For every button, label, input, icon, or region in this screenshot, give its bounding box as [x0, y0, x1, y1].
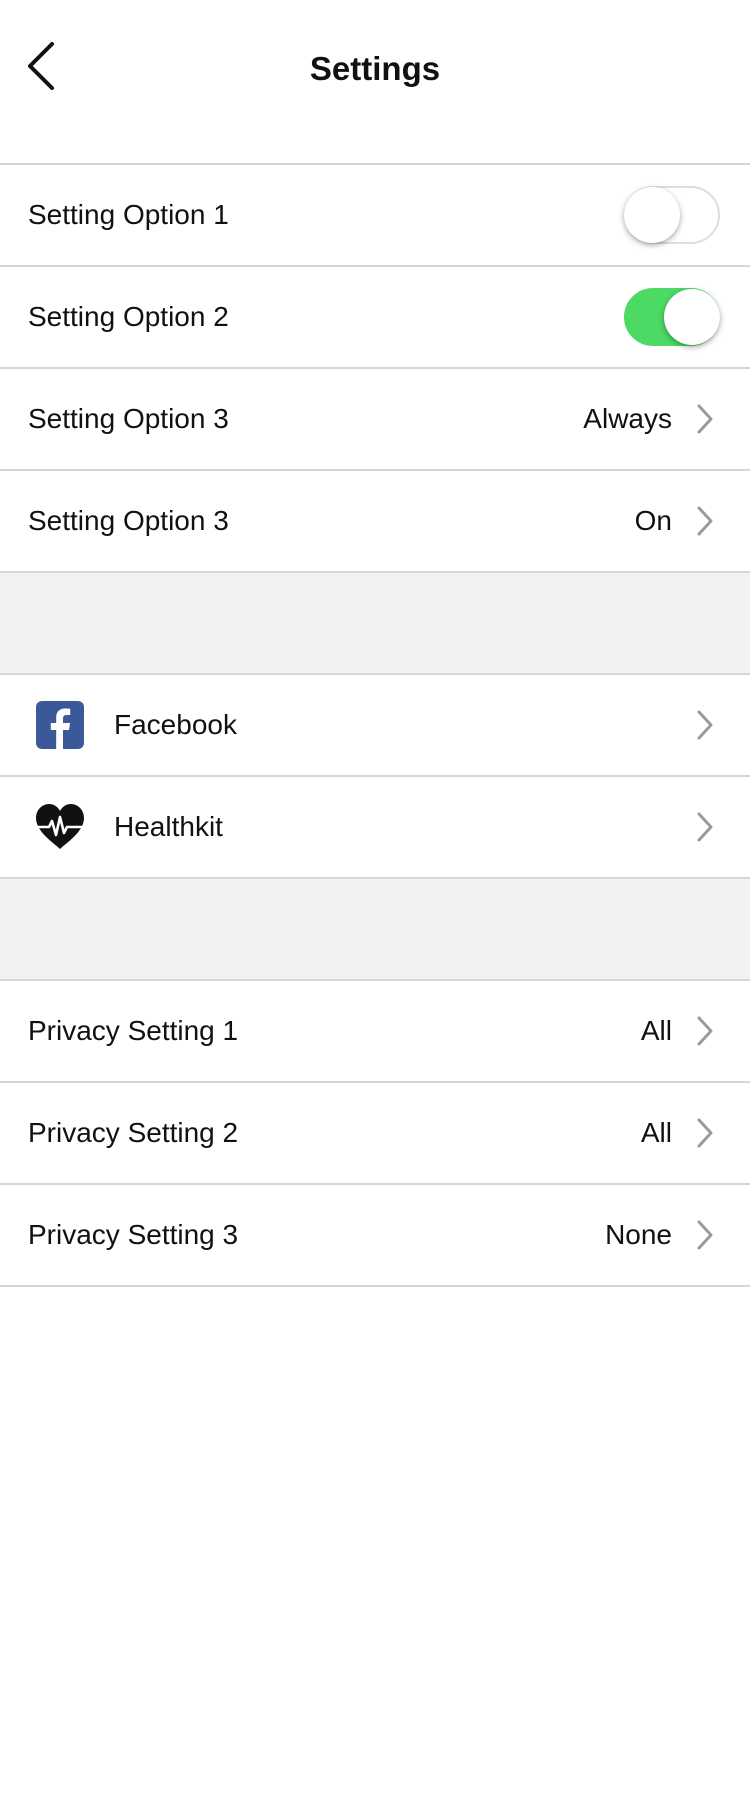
heart-pulse-icon	[32, 799, 88, 855]
setting-row-option-2[interactable]: Setting Option 2	[0, 267, 750, 369]
section-separator	[0, 573, 750, 675]
chevron-right-icon	[697, 1220, 713, 1250]
setting-label: Setting Option 3	[28, 505, 229, 536]
privacy-row-2[interactable]: Privacy Setting 2 All	[0, 1083, 750, 1185]
facebook-icon	[32, 697, 88, 753]
page-title: Settings	[309, 50, 441, 87]
setting-label: Setting Option 1	[28, 199, 229, 230]
setting-option-2-toggle[interactable]	[624, 288, 720, 346]
nav-bar: Settings	[0, 0, 750, 165]
privacy-row-1[interactable]: Privacy Setting 1 All	[0, 981, 750, 1083]
privacy-value: All	[640, 1015, 672, 1046]
chevron-right-icon	[697, 1016, 713, 1046]
chevron-right-icon	[697, 1118, 713, 1148]
chevron-right-icon	[697, 506, 713, 536]
integration-row-healthkit[interactable]: Healthkit	[0, 777, 750, 879]
chevron-right-icon	[697, 404, 713, 434]
integration-row-facebook[interactable]: Facebook	[0, 675, 750, 777]
setting-label: Setting Option 2	[28, 301, 229, 332]
privacy-row-3[interactable]: Privacy Setting 3 None	[0, 1185, 750, 1287]
toggle-knob	[664, 289, 720, 345]
setting-value: Always	[583, 403, 672, 434]
privacy-value: None	[605, 1219, 672, 1250]
integration-label: Healthkit	[114, 811, 223, 842]
chevron-right-icon	[697, 812, 713, 842]
setting-row-option-3[interactable]: Setting Option 3 Always	[0, 369, 750, 471]
setting-value: On	[634, 505, 672, 536]
privacy-label: Privacy Setting 2	[28, 1117, 239, 1148]
toggle-knob	[624, 187, 680, 243]
privacy-label: Privacy Setting 1	[28, 1015, 239, 1046]
section-separator	[0, 879, 750, 981]
setting-label: Setting Option 3	[28, 403, 229, 434]
setting-option-1-toggle[interactable]	[624, 186, 720, 244]
privacy-label: Privacy Setting 3	[28, 1219, 239, 1250]
setting-row-option-1[interactable]: Setting Option 1	[0, 165, 750, 267]
privacy-value: All	[640, 1117, 672, 1148]
integration-label: Facebook	[114, 709, 237, 740]
chevron-right-icon	[697, 710, 713, 740]
setting-row-option-3b[interactable]: Setting Option 3 On	[0, 471, 750, 573]
